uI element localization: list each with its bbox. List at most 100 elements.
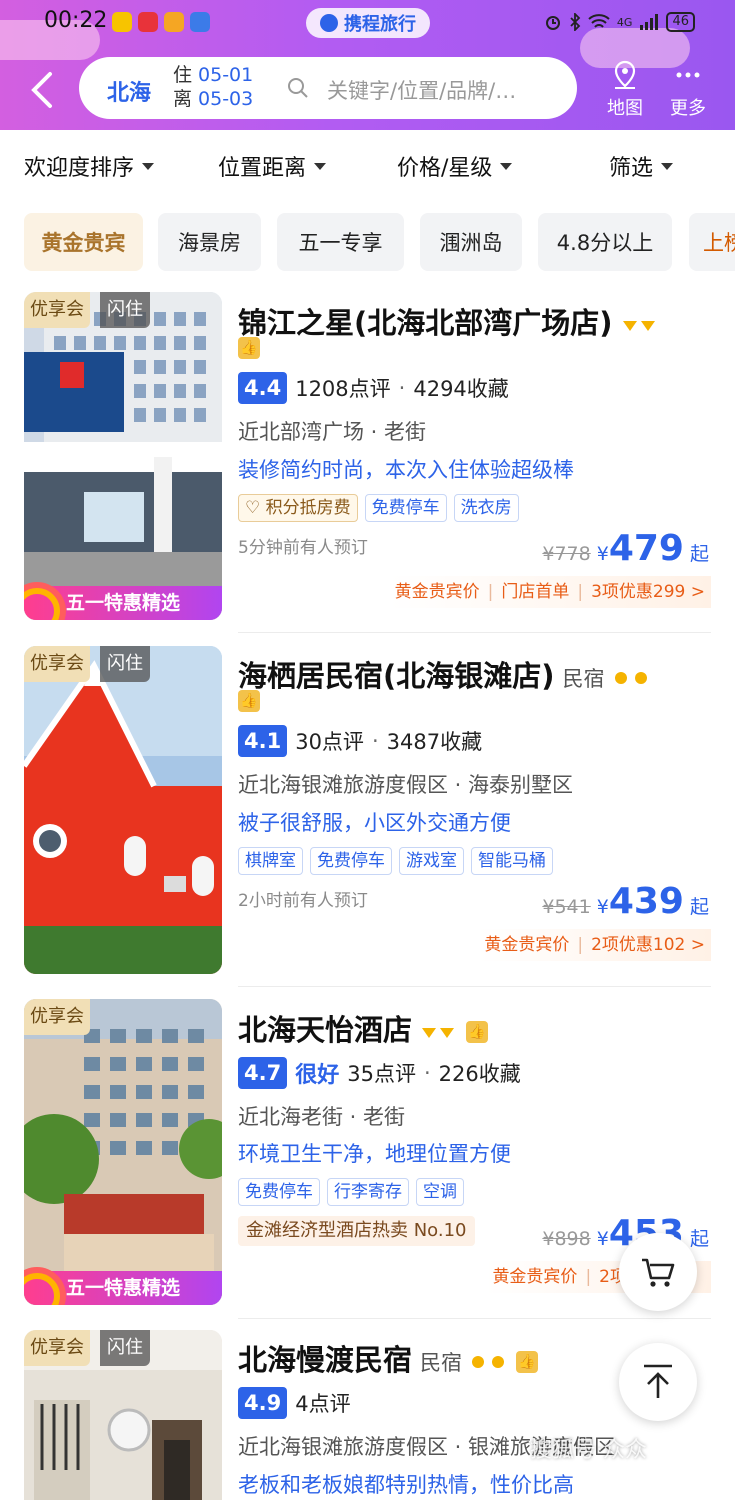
rating-row: 4.7 很好 35点评 · 226收藏	[238, 1057, 521, 1089]
facility-tags: 棋牌室 免费停车 游戏室 智能马桶	[238, 847, 553, 875]
battery-indicator: 46	[666, 12, 695, 32]
rating-score: 4.4	[238, 372, 288, 404]
chip-weizhou-island[interactable]: 涠洲岛	[420, 213, 522, 271]
deal-bar[interactable]: 黄金贵宾价 | 门店首单 | 3项优惠299 >	[388, 576, 711, 608]
hotel-name-text: 北海慢渡民宿	[238, 1343, 413, 1377]
tag-premium-member: 优享会	[24, 292, 90, 328]
recent-booking: 2小时前有人预订	[238, 891, 368, 911]
chip-may-day[interactable]: 五一专享	[277, 213, 404, 271]
review-count: 4点评	[295, 1392, 351, 1416]
status-bar: 00:22 携程旅行 4G 46	[0, 0, 735, 44]
chip-rating-4-8[interactable]: 4.8分以上	[538, 213, 672, 271]
map-button[interactable]: 地图	[601, 60, 649, 120]
hotel-name-text: 北海天怡酒店	[238, 1013, 413, 1047]
hotel-type: 民宿	[420, 1351, 463, 1375]
back-arrow-icon[interactable]	[26, 70, 58, 110]
status-time: 00:22	[44, 8, 108, 33]
original-price: ¥898	[542, 1228, 591, 1250]
hotel-card[interactable]: 优享会 闪住 五一特惠精选 锦江之星(北海北部湾广场店) 👍 4.4 1208点评…	[0, 286, 735, 633]
facility-points-text: 积分抵房费	[265, 498, 351, 518]
rating-score: 4.7	[238, 1057, 288, 1089]
hotel-name: 北海天怡酒店 👍	[238, 1007, 489, 1049]
deal-item: 3项优惠299 >	[591, 582, 705, 602]
caret-down-icon	[661, 162, 674, 170]
status-app-icon	[190, 12, 210, 32]
deal-item: 黄金贵宾价	[492, 1267, 578, 1287]
promo-banner: 五一特惠精选	[24, 1271, 222, 1305]
chip-ranked[interactable]: 上榜	[689, 213, 735, 271]
hotel-list-page: 00:22 携程旅行 4G 46 北海 住 05-01 离05-03 关键字/位…	[0, 0, 735, 1500]
review-quote: 装修简约时尚，本次入住体验超级棒	[238, 458, 574, 482]
hotel-building-image	[24, 646, 222, 974]
facility-tag: 游戏室	[399, 847, 464, 875]
city-selector[interactable]: 北海	[107, 75, 151, 107]
wifi-icon	[588, 14, 610, 28]
currency-symbol: ¥	[596, 543, 609, 565]
hotel-building-image	[24, 292, 222, 620]
facility-tag: 洗衣房	[453, 494, 519, 522]
sort-distance[interactable]: 位置距离	[218, 150, 327, 182]
tag-flash-stay: 闪住	[100, 292, 150, 328]
current-price: ¥439	[597, 881, 684, 922]
map-pin-icon	[614, 60, 636, 89]
ranking-badge[interactable]: 金滩经济型酒店热卖 No.10	[238, 1216, 475, 1246]
sort-filter-label: 筛选	[609, 156, 654, 181]
hotel-location: 近北部湾广场 · 老街	[238, 420, 427, 444]
promo-banner: 五一特惠精选	[24, 586, 222, 620]
hotel-card[interactable]: 优享会 闪住 北海慢渡民宿 民宿 👍 4.9 4点评 近北海银滩旅游度假区 · 银滩旅…	[0, 1319, 735, 1500]
deal-bar[interactable]: 黄金贵宾价 | 2项优惠102 >	[478, 929, 711, 961]
sort-price-star[interactable]: 价格/星级	[397, 150, 513, 182]
hotel-photo: 优享会 闪住	[24, 1330, 222, 1500]
search-icon	[288, 78, 308, 98]
app-brand-badge: 携程旅行	[306, 8, 430, 38]
hotel-name: 海栖居民宿(北海银滩店) 民宿	[238, 653, 651, 695]
search-bar[interactable]: 北海 住 05-01 离 05-03 关键字/位置/品牌/…	[79, 57, 577, 119]
chip-gold-vip[interactable]: 黄金贵宾	[24, 213, 143, 271]
review-quote: 环境卫生干净，地理位置方便	[238, 1142, 511, 1166]
hotel-name-text: 锦江之星(北海北部湾广场店)	[238, 306, 613, 340]
review-count: 1208点评	[295, 377, 391, 401]
price-block: ¥778 ¥479 起	[542, 528, 709, 569]
diamond-rating-icon	[622, 321, 655, 331]
facility-tag: 免费停车	[238, 1178, 320, 1206]
app-brand-name: 携程旅行	[344, 14, 416, 35]
hotel-name: 锦江之星(北海北部湾广场店)	[238, 300, 659, 342]
hotel-card[interactable]: 优享会 闪住 海栖居民宿(北海银滩店) 民宿 👍 4.1 30点评 · 3487收藏 近…	[0, 633, 735, 987]
hotel-name-text: 海栖居民宿(北海银滩店)	[238, 659, 555, 693]
search-input[interactable]: 关键字/位置/品牌/…	[327, 75, 516, 105]
rating-row: 4.1 30点评 · 3487收藏	[238, 725, 482, 757]
sort-filter[interactable]: 筛选	[609, 150, 674, 182]
current-price: ¥479	[597, 528, 684, 569]
tag-premium-member: 优享会	[24, 1330, 90, 1366]
original-price: ¥541	[542, 896, 591, 918]
deal-item: 黄金贵宾价	[484, 935, 570, 955]
facility-tag: 免费停车	[364, 494, 447, 522]
rating-word: 很好	[295, 1063, 340, 1088]
hotel-photo: 优享会 闪住	[24, 646, 222, 974]
sort-bar: 欢迎度排序 位置距离 价格/星级 筛选	[0, 130, 735, 200]
facility-tag: 免费停车	[310, 847, 392, 875]
more-label: 更多	[670, 98, 706, 119]
diamond-rating-icon	[422, 1028, 455, 1038]
promo-badge-icon	[24, 588, 60, 620]
checkout-label: 离	[173, 88, 193, 110]
review-count: 35点评	[347, 1062, 416, 1086]
sort-popularity[interactable]: 欢迎度排序	[24, 150, 155, 182]
watermark: 搜狐号·众众	[530, 1438, 647, 1463]
rating-score: 4.1	[238, 725, 288, 757]
header: 00:22 携程旅行 4G 46 北海 住 05-01 离05-03 关键字/位…	[0, 0, 735, 130]
cart-button[interactable]	[619, 1233, 697, 1311]
date-selector[interactable]: 住 05-01 离 05-03	[173, 63, 253, 111]
promo-badge-icon	[24, 1273, 60, 1305]
promo-text: 五一特惠精选	[66, 592, 181, 614]
more-button[interactable]: 更多	[664, 60, 712, 120]
thumbs-up-badge-icon: 👍	[516, 1351, 539, 1373]
chip-sea-view[interactable]: 海景房	[158, 213, 261, 271]
thumbs-up-badge-icon: 👍	[238, 690, 260, 712]
facility-tag: 空调	[416, 1178, 464, 1206]
price-suffix: 起	[689, 543, 709, 565]
checkin-date: 05-01	[198, 64, 254, 86]
facility-tag: ♡ 积分抵房费	[238, 494, 358, 522]
more-dots-icon	[676, 72, 700, 78]
back-to-top-button[interactable]	[619, 1343, 697, 1421]
